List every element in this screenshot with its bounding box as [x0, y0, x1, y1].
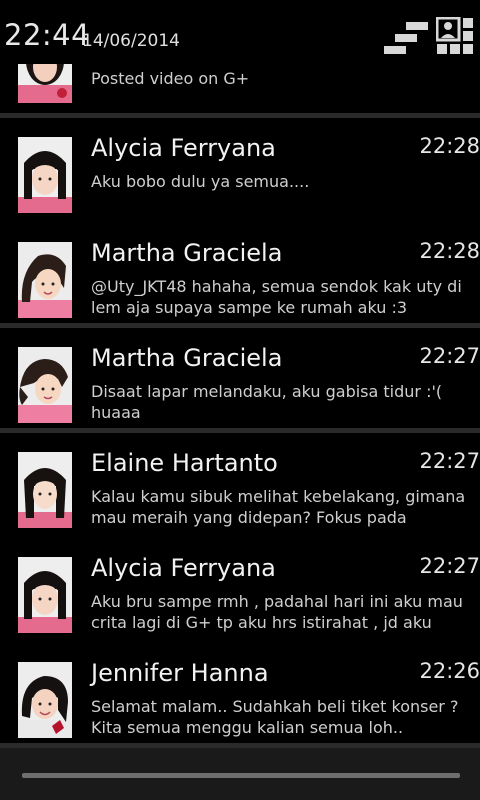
sender-name: Elaine Hartanto	[91, 449, 278, 477]
notification-item[interactable]: Elaine Hartanto 22:27 Kalau kamu sibuk m…	[0, 433, 480, 538]
notification-list[interactable]: Posted video on G+ Alycia Ferryana 22:28…	[0, 64, 480, 748]
notification-time: 22:27	[419, 449, 480, 473]
notification-item[interactable]: Alycia Ferryana 22:28 Aku bobo dulu ya s…	[0, 118, 480, 223]
notification-item[interactable]: Posted video on G+	[0, 64, 480, 113]
notification-time: 22:26	[419, 659, 480, 683]
notification-time: 22:27	[419, 344, 480, 368]
sender-name: Alycia Ferryana	[91, 554, 276, 582]
notification-item[interactable]: Jennifer Hanna 22:26 Selamat malam.. Sud…	[0, 643, 480, 748]
notification-time: 22:28	[419, 134, 480, 158]
notification-shade-footer	[0, 748, 480, 800]
avatar	[18, 242, 72, 318]
avatar	[18, 64, 72, 103]
avatar	[18, 557, 72, 633]
avatar	[18, 347, 72, 423]
notification-item[interactable]: Martha Graciela 22:28 @Uty_JKT48 hahaha,…	[0, 223, 480, 328]
avatar	[18, 452, 72, 528]
avatar	[18, 137, 72, 213]
sender-name: Martha Graciela	[91, 344, 283, 372]
date: 14/06/2014	[82, 31, 180, 51]
notification-header: 22:44 14/06/2014	[0, 0, 480, 64]
clear-all-icon[interactable]	[384, 20, 428, 56]
notification-time: 22:28	[419, 239, 480, 263]
notification-item[interactable]: Martha Graciela 22:27 Disaat lapar melan…	[0, 328, 480, 433]
avatar	[18, 662, 72, 738]
sender-name: Martha Graciela	[91, 239, 283, 267]
notification-message: Posted video on G+	[91, 69, 250, 88]
drag-handle[interactable]	[22, 773, 460, 778]
notification-item[interactable]: Alycia Ferryana 22:27 Aku bru sampe rmh …	[0, 538, 480, 643]
clock: 22:44	[4, 18, 91, 52]
quick-settings-icon[interactable]	[436, 17, 474, 55]
notification-message: Disaat lapar melandaku, aku gabisa tidur…	[91, 382, 443, 422]
notification-time: 22:27	[419, 554, 480, 578]
notification-message: @Uty_JKT48 hahaha, semua sendok kak uty …	[91, 277, 462, 317]
sender-name: Jennifer Hanna	[91, 659, 269, 687]
notification-message: Selamat malam.. Sudahkah beli tiket kons…	[91, 697, 459, 737]
notification-message: Aku bru sampe rmh , padahal hari ini aku…	[91, 592, 463, 635]
sender-name: Alycia Ferryana	[91, 134, 276, 162]
notification-message: Kalau kamu sibuk melihat kebelakang, gim…	[91, 487, 466, 530]
notification-message: Aku bobo dulu ya semua.... I love you :*…	[91, 172, 310, 215]
